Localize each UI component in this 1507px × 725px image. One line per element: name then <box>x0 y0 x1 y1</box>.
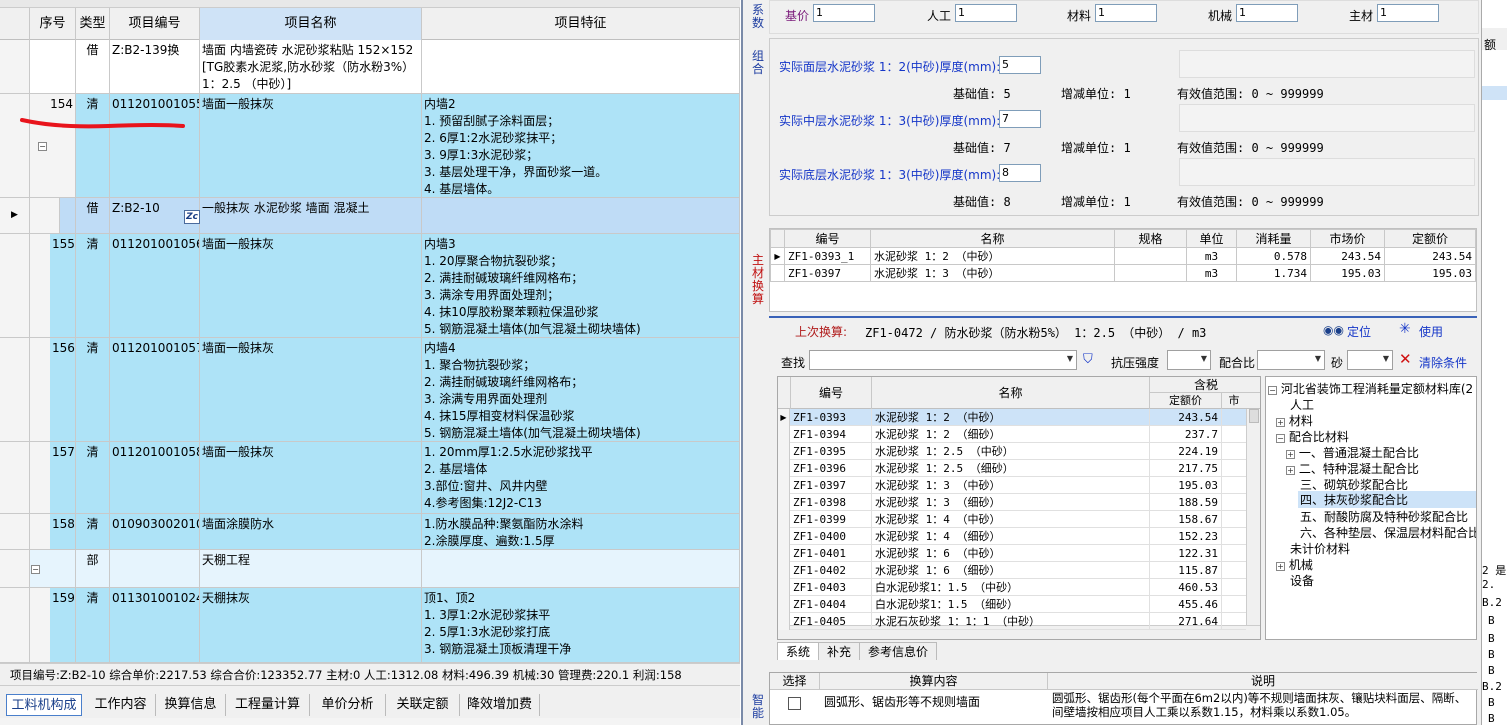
adjacent-window-edge: 额 2 是 2. B.2 B B B B B.2 B B <box>1481 0 1507 725</box>
header-blank <box>0 8 30 40</box>
library-row[interactable]: ZF1-0403 白水泥砂浆1：1.5 （中砂） 460.53 <box>778 579 1246 596</box>
library-tree: − 河北省装饰工程消耗量定额材料库(2 人工 + 材料 − 配合比材料 + 一、… <box>1265 376 1477 640</box>
status-bar: 项目编号:Z:B2-10 综合单价:2217.53 综合合价:123352.77… <box>0 663 740 685</box>
library-row[interactable]: ZF1-0398 水泥砂浆 1：3 （细砂） 188.59 <box>778 494 1246 511</box>
header-feature[interactable]: 项目特征 <box>422 8 740 40</box>
tab-supplement[interactable]: 补充 <box>818 642 861 660</box>
table-row[interactable]: − 154 清 011201001055 墙面一般抹灰 内墙2 1. 预留刮腻子涂… <box>0 94 740 198</box>
red-annotation-stroke <box>20 118 185 129</box>
library-row[interactable]: ZF1-0396 水泥砂浆 1：2.5 （细砂） 217.75 <box>778 460 1246 477</box>
library-row[interactable]: ZF1-0405 水泥石灰砂浆 1：1：1 （中砂） 271.64 <box>778 613 1246 630</box>
select-checkbox[interactable] <box>788 697 801 710</box>
tree-root[interactable]: 河北省装饰工程消耗量定额材料库(2 <box>1281 382 1473 396</box>
tree-item[interactable]: 机械 <box>1289 558 1313 572</box>
library-source-tabs: 系统 补充 参考信息价 <box>777 642 938 660</box>
tree-item[interactable]: 配合比材料 <box>1289 430 1349 444</box>
tree-item[interactable]: 二、特种混凝土配合比 <box>1299 462 1419 476</box>
table-row[interactable]: 157 清 011201001058 墙面一般抹灰 1. 20mm厚1:2.5水… <box>0 442 740 514</box>
grid-header: 序号 类型 项目编号 项目名称 项目特征 <box>0 8 740 40</box>
tab-work-content[interactable]: 工作内容 <box>86 694 156 716</box>
table-row[interactable]: − 部 天棚工程 <box>0 550 740 588</box>
table-row[interactable]: ▶ 借 Z:B2-10 Zc 一般抹灰 水泥砂浆 墙面 混凝土 <box>0 198 740 234</box>
library-row[interactable]: ZF1-0401 水泥砂浆 1：6 （中砂） 122.31 <box>778 545 1246 562</box>
table-row[interactable]: 156 清 011201001057 墙面一般抹灰 内墙4 1. 聚合物抗裂砂浆；… <box>0 338 740 442</box>
library-table: 编号 名称 含税 定额价 市 ▶ ZF1-0393 水泥砂浆 1：2 （中砂） 243… <box>777 376 1261 640</box>
tree-item[interactable]: 人工 <box>1290 396 1314 413</box>
search-input[interactable] <box>809 350 1077 370</box>
machine-coef-input[interactable]: 1 <box>1236 4 1298 22</box>
ratio-select[interactable] <box>1257 350 1325 370</box>
tree-item[interactable]: 材料 <box>1289 414 1313 428</box>
header-code[interactable]: 项目编号 <box>110 8 200 40</box>
labor-coef-input[interactable]: 1 <box>955 4 1017 22</box>
library-row[interactable]: ZF1-0394 水泥砂浆 1：2 （细砂） 237.7 <box>778 426 1246 443</box>
library-row[interactable]: ZF1-0395 水泥砂浆 1：2.5 （中砂） 224.19 <box>778 443 1246 460</box>
table-row[interactable]: 158 清 010903002010 墙面涂膜防水 1.防水膜品种:聚氨酯防水涂… <box>0 514 740 550</box>
header-seq[interactable]: 序号 <box>30 8 76 40</box>
table-row[interactable]: ZF1-0397 水泥砂浆 1：3 （中砂） m3 1.734 195.03 1… <box>770 264 1476 282</box>
material-coef-input[interactable]: 1 <box>1095 4 1157 22</box>
tab-unit-price-analysis[interactable]: 单价分析 <box>310 694 386 716</box>
tab-conversion-info[interactable]: 换算信息 <box>156 694 226 716</box>
use-button[interactable]: 使用 <box>1419 323 1443 340</box>
middle-thickness-input[interactable]: 7 <box>999 110 1041 128</box>
side-label-combo: 组合 <box>751 49 764 76</box>
table-row[interactable]: ▶ ZF1-0393_1 水泥砂浆 1：2 （中砂） m3 0.578 243.… <box>770 247 1476 265</box>
tab-efficiency-fee[interactable]: 降效增加费 <box>460 694 540 716</box>
tree-item[interactable]: 设备 <box>1290 572 1314 589</box>
side-label-main-material: 主材换算 <box>751 253 764 306</box>
tab-material-composition[interactable]: 工料机构成 <box>6 694 82 716</box>
boq-grid-panel: 序号 类型 项目编号 项目名称 项目特征 借 Z:B2-139换 墙面 内墙瓷砖… <box>0 0 740 725</box>
side-label-smart: 智能 <box>751 693 764 720</box>
strength-select[interactable] <box>1167 350 1211 370</box>
conversion-panel: 系数 基价 1 人工 1 材料 1 机械 1 主材 1 组合 实际面层水泥砂浆 … <box>741 0 1481 725</box>
library-row[interactable]: ZF1-0397 水泥砂浆 1：3 （中砂） 195.03 <box>778 477 1246 494</box>
zc-icon[interactable]: Zc <box>184 210 200 224</box>
table-row[interactable]: 159 清 011301001024 天棚抹灰 顶1、顶2 1. 3厚1:2水泥砂… <box>0 588 740 663</box>
library-row[interactable]: ZF1-0400 水泥砂浆 1：4 （细砂） 152.23 <box>778 528 1246 545</box>
library-row[interactable]: ZF1-0402 水泥砂浆 1：6 （细砂） 115.87 <box>778 562 1246 579</box>
locate-button[interactable]: 定位 <box>1347 323 1371 340</box>
feature-cell: 内墙2 1. 预留刮腻子涂料面层； 2. 6厚1:2水泥砂浆抹平； 3. 9厚1:3水… <box>422 94 740 197</box>
toolbar-strip <box>0 0 740 8</box>
bottom-tabs: 工料机构成 工作内容 换算信息 工程量计算 单价分析 关联定额 降效增加费 <box>0 694 740 718</box>
header-name[interactable]: 项目名称 <box>200 8 422 40</box>
clear-icon[interactable]: ✕ <box>1399 350 1412 368</box>
tree-item[interactable]: 五、耐酸防腐及特种砂浆配合比 <box>1300 508 1468 525</box>
smart-table: 选择 换算内容 说明 圆弧形、锯齿形等不规则墙面 圆弧形、锯齿形(每个平面在6m… <box>769 672 1478 725</box>
tab-system[interactable]: 系统 <box>777 642 820 660</box>
surface-thickness-input[interactable]: 5 <box>999 56 1041 74</box>
filter-icon[interactable]: ⛉ <box>1083 352 1093 367</box>
main-material-table: 编号 名称 规格 单位 消耗量 市场价 定额价 ▶ ZF1-0393_1 水泥砂… <box>769 228 1477 312</box>
table-row[interactable]: 借 Z:B2-139换 墙面 内墙瓷砖 水泥砂浆粘贴 152×152 [TG胶素… <box>0 40 740 114</box>
binoculars-icon[interactable]: ◉◉ <box>1323 323 1344 337</box>
collapse-icon[interactable]: − <box>31 565 40 574</box>
sand-select[interactable] <box>1347 350 1393 370</box>
tab-quantity-calc[interactable]: 工程量计算 <box>226 694 310 716</box>
tab-related-quota[interactable]: 关联定额 <box>386 694 460 716</box>
tree-item-selected[interactable]: 四、抹灰砂浆配合比 <box>1298 491 1476 508</box>
library-row[interactable]: ▶ ZF1-0393 水泥砂浆 1：2 （中砂） 243.54 <box>778 409 1246 426</box>
tab-reference-price[interactable]: 参考信息价 <box>859 642 938 660</box>
tree-item[interactable]: 未计价材料 <box>1290 540 1350 557</box>
header-type[interactable]: 类型 <box>76 8 110 40</box>
use-icon[interactable]: ✳ <box>1399 321 1411 337</box>
tree-item[interactable]: 六、各种垫层、保温层材料配合比 <box>1300 524 1476 541</box>
base-layer-thickness-input[interactable]: 8 <box>999 164 1041 182</box>
library-row[interactable]: ZF1-0399 水泥砂浆 1：4 （中砂） 158.67 <box>778 511 1246 528</box>
table-row[interactable]: 155 清 011201001056 墙面一般抹灰 内墙3 1. 20厚聚合物抗裂… <box>0 234 740 338</box>
clear-conditions-button[interactable]: 清除条件 <box>1419 354 1467 371</box>
row-name: 墙面 内墙瓷砖 水泥砂浆粘贴 152×152 [TG胶素水泥浆,防水砂浆（防水粉… <box>200 40 422 93</box>
vertical-scrollbar[interactable] <box>1246 409 1260 625</box>
collapse-icon[interactable]: − <box>38 142 47 151</box>
main-material-coef-input[interactable]: 1 <box>1377 4 1439 22</box>
tree-item[interactable]: 一、普通混凝土配合比 <box>1299 446 1419 460</box>
library-row[interactable]: ZF1-0404 白水泥砂浆1：1.5 （细砂） 455.46 <box>778 596 1246 613</box>
side-label-coef: 系数 <box>751 3 764 30</box>
splitter[interactable] <box>0 685 740 694</box>
base-coef-input[interactable]: 1 <box>813 4 875 22</box>
